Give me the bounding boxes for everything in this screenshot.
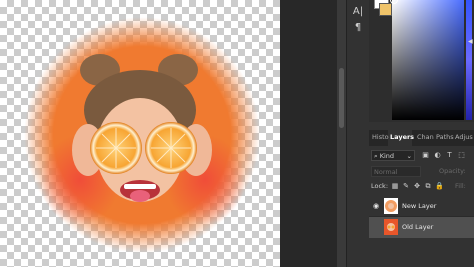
- tab-layers[interactable]: Layers: [390, 133, 414, 141]
- layers-panel: Histo Layers Chan Paths Adjus ⌕ Kind ⌄ ▣…: [369, 130, 474, 267]
- tab-adjustments[interactable]: Adjus: [455, 133, 473, 141]
- layer-name[interactable]: Old Layer: [402, 223, 433, 231]
- layer-filter-row: ⌕ Kind ⌄ ▣ ◐ T ⬚: [371, 150, 472, 162]
- color-field[interactable]: [392, 0, 464, 120]
- paragraph-icon[interactable]: ¶: [351, 21, 365, 35]
- filter-kind-select[interactable]: ⌕ Kind ⌄: [371, 150, 415, 161]
- lock-label: Lock:: [371, 182, 389, 190]
- opacity-label: Opacity:: [439, 167, 466, 175]
- tab-paths[interactable]: Paths: [436, 133, 454, 141]
- hue-slider[interactable]: [466, 0, 472, 120]
- lock-image-icon[interactable]: ✎: [402, 182, 410, 190]
- type-filter-icon[interactable]: T: [445, 151, 454, 160]
- lock-artboard-icon[interactable]: ⧉: [424, 182, 432, 190]
- adjustment-filter-icon[interactable]: ◐: [433, 151, 442, 160]
- layer-name[interactable]: New Layer: [402, 202, 436, 210]
- canvas-gutter: [280, 0, 337, 267]
- tab-channels[interactable]: Chan: [417, 133, 434, 141]
- scrollbar-thumb[interactable]: [339, 68, 344, 128]
- blend-mode-select[interactable]: Normal: [371, 166, 421, 177]
- vertical-scrollbar[interactable]: [337, 0, 346, 267]
- canvas-image: [24, 17, 260, 253]
- type-icon[interactable]: A|: [351, 5, 365, 19]
- chevron-down-icon: ⌄: [406, 152, 412, 160]
- search-icon: ⌕: [374, 152, 378, 160]
- lock-transparent-icon[interactable]: ▦: [391, 182, 399, 190]
- shape-filter-icon[interactable]: ⬚: [457, 151, 466, 160]
- layer-row-new[interactable]: ◉ New Layer: [369, 196, 474, 217]
- pixel-filter-icon[interactable]: ▣: [421, 151, 430, 160]
- background-color-swatch[interactable]: [379, 3, 392, 16]
- lock-position-icon[interactable]: ✥: [413, 182, 421, 190]
- right-panels: ◀ Histo Layers Chan Paths Adjus ⌕ Kind ⌄…: [369, 0, 474, 267]
- panel-icon-strip: A| ¶: [346, 0, 370, 267]
- layer-thumbnail: [384, 198, 398, 214]
- hue-slider-arrow-icon[interactable]: ◀: [468, 38, 473, 45]
- filter-kind-label: Kind: [379, 152, 395, 160]
- panel-tabs: Histo Layers Chan Paths Adjus: [369, 130, 474, 146]
- color-picker-panel: ◀: [369, 0, 474, 122]
- layer-thumbnail: [384, 219, 398, 235]
- lock-all-icon[interactable]: 🔒: [435, 182, 444, 190]
- document-canvas[interactable]: [0, 0, 280, 267]
- blend-row: Normal Opacity:: [371, 166, 472, 178]
- tab-histogram[interactable]: Histo: [372, 133, 389, 141]
- fill-label: Fill:: [455, 182, 466, 190]
- eye-icon[interactable]: ◉: [371, 202, 381, 210]
- lock-row: Lock: ▦ ✎ ✥ ⧉ 🔒 Fill:: [371, 181, 472, 193]
- layer-row-old[interactable]: Old Layer: [369, 217, 474, 238]
